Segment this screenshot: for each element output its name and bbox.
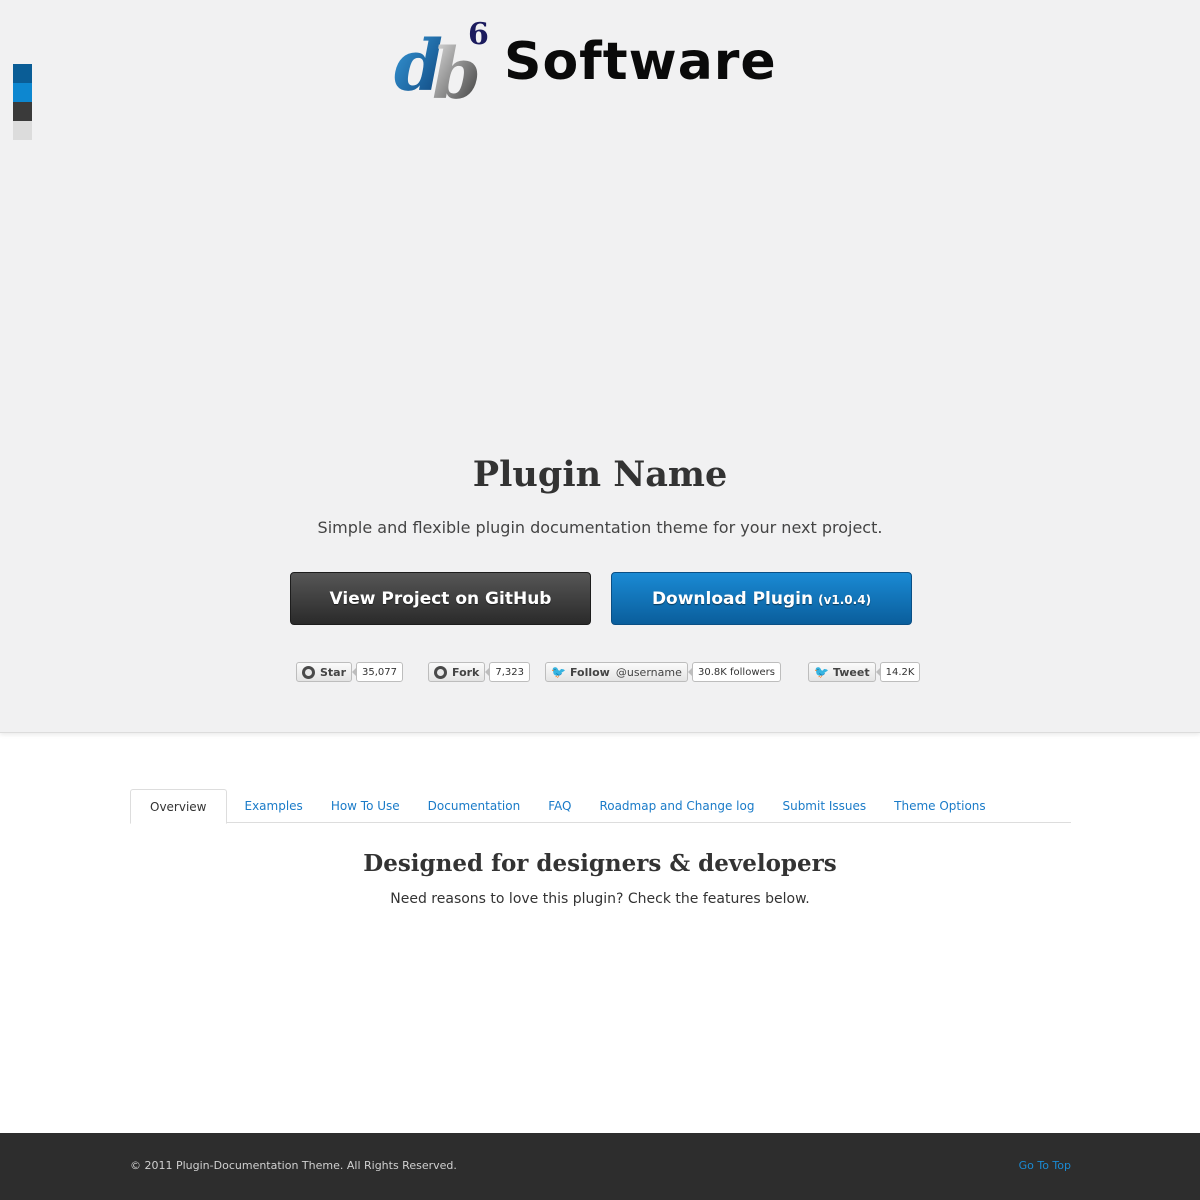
github-icon <box>434 665 447 679</box>
tweet-count[interactable]: 14.2K <box>875 662 921 682</box>
view-on-github-label: View Project on GitHub <box>329 588 552 609</box>
go-to-top-link[interactable]: Go To Top <box>1019 1159 1071 1172</box>
download-plugin-button[interactable]: Download Plugin (v1.0.4) <box>611 572 912 625</box>
footer: © 2011 Plugin-Documentation Theme. All R… <box>0 1133 1200 1200</box>
twitter-bird-icon: 🐦 <box>814 665 829 679</box>
svg-text:6: 6 <box>468 17 489 52</box>
tab-faq[interactable]: FAQ <box>538 789 581 823</box>
download-plugin-label: Download Plugin <box>651 588 814 609</box>
tab-how-to-use[interactable]: How To Use <box>321 789 410 823</box>
fork-count[interactable]: 7,323 <box>485 662 531 682</box>
company-logo: d b 6 Software <box>392 10 822 106</box>
overview-subtitle: Need reasons to love this plugin? Check … <box>390 891 810 907</box>
tab-roadmap[interactable]: Roadmap and Change log <box>589 789 764 823</box>
swatch-light-blue[interactable] <box>13 83 32 102</box>
plugin-subtitle: Simple and flexible plugin documentation… <box>317 518 883 537</box>
follow-label: Follow <box>569 665 610 679</box>
view-on-github-button[interactable]: View Project on GitHub <box>290 572 591 625</box>
copyright-text: © 2011 Plugin-Documentation Theme. All R… <box>130 1159 457 1172</box>
twitter-bird-icon: 🐦 <box>551 665 566 679</box>
tab-examples[interactable]: Examples <box>235 789 313 823</box>
download-version: (v1.0.4) <box>818 593 872 607</box>
followers-count[interactable]: 30.8K followers <box>688 662 781 682</box>
section-tabs: Overview Examples How To Use Documentati… <box>130 789 1071 824</box>
tab-theme-options[interactable]: Theme Options <box>884 789 996 823</box>
tab-submit-issues[interactable]: Submit Issues <box>772 789 876 823</box>
swatch-light-gray[interactable] <box>13 121 32 140</box>
follow-username: @username <box>615 665 682 679</box>
swatch-dark-gray[interactable] <box>13 102 32 121</box>
tab-documentation[interactable]: Documentation <box>418 789 531 823</box>
swatch-dark-blue[interactable] <box>13 64 32 83</box>
logo-mark-icon: d b 6 <box>394 17 489 106</box>
github-icon <box>302 665 315 679</box>
fork-label: Fork <box>452 665 480 679</box>
star-label: Star <box>320 665 347 679</box>
tab-overview[interactable]: Overview <box>130 789 227 824</box>
github-fork-button[interactable]: Fork <box>428 662 486 682</box>
overview-title: Designed for designers & developers <box>363 850 837 877</box>
github-star-widget: Star 35,077 <box>296 662 404 682</box>
twitter-follow-button[interactable]: 🐦 Follow @username <box>545 662 688 682</box>
twitter-follow-widget: 🐦 Follow @username 30.8K followers <box>545 662 781 682</box>
github-star-button[interactable]: Star <box>296 662 353 682</box>
theme-color-switcher <box>13 64 32 140</box>
github-fork-widget: Fork 7,323 <box>428 662 531 682</box>
tweet-button[interactable]: 🐦 Tweet <box>808 662 876 682</box>
star-count[interactable]: 35,077 <box>352 662 404 682</box>
logo-wordmark: Software <box>504 32 777 92</box>
tweet-label: Tweet <box>832 665 870 679</box>
hero-header: d b 6 Software Plugin Name Simple and fl… <box>0 0 1200 733</box>
plugin-title: Plugin Name <box>472 454 728 495</box>
tweet-widget: 🐦 Tweet 14.2K <box>808 662 921 682</box>
